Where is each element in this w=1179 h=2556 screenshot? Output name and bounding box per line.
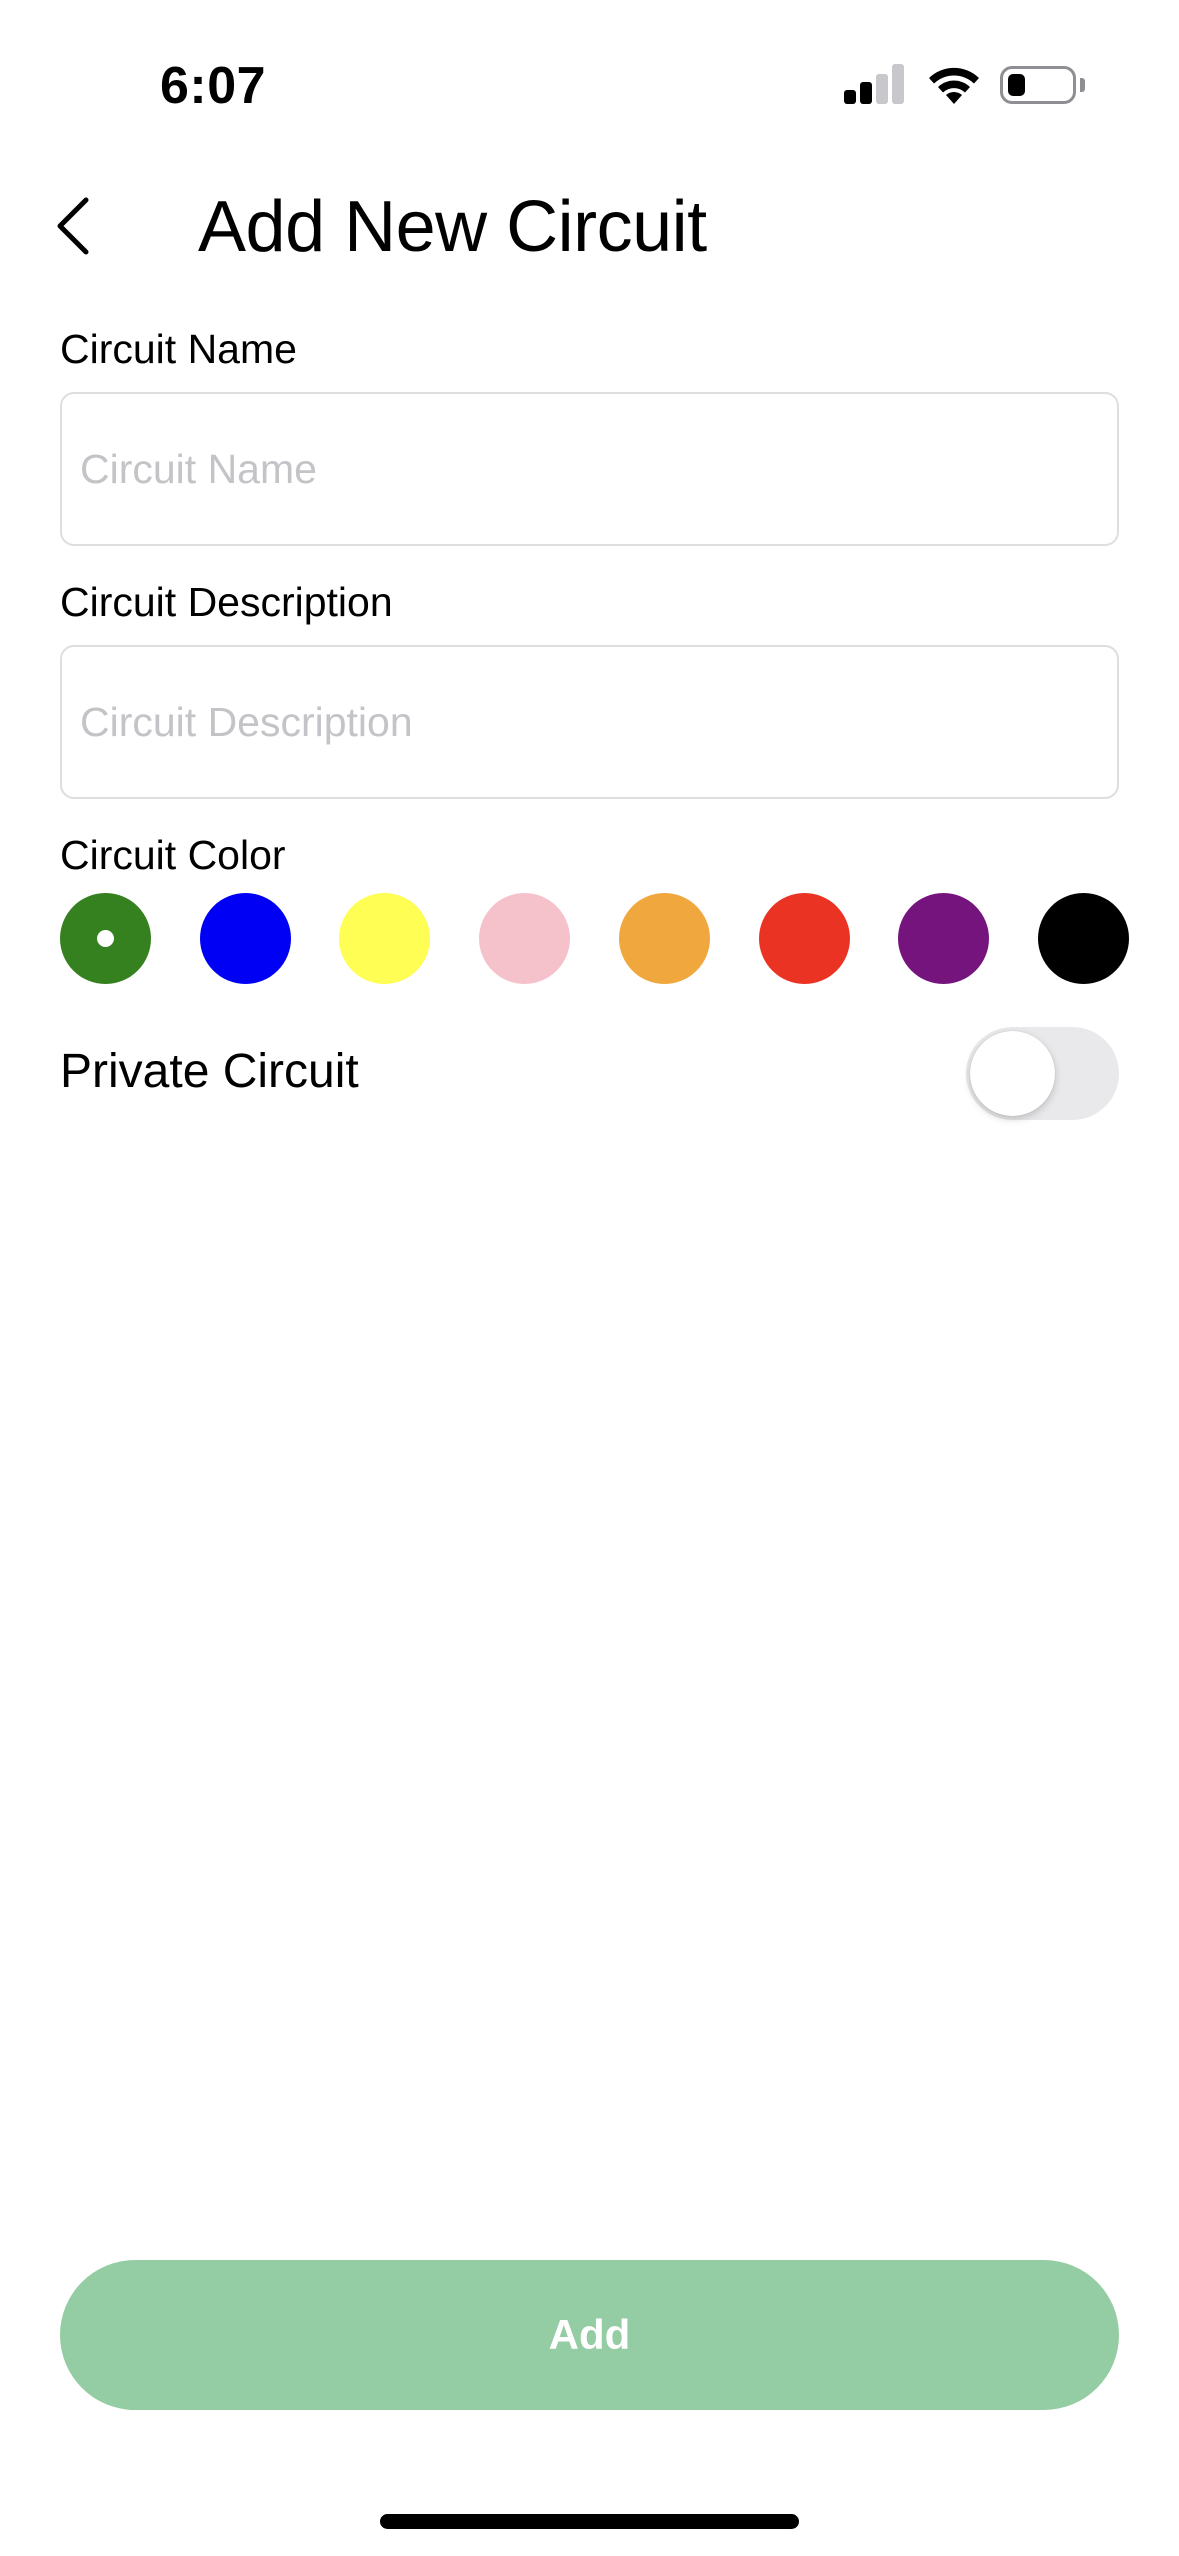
battery-icon [1000,66,1076,104]
circuit-name-input[interactable] [60,392,1119,546]
chevron-left-icon [57,197,89,255]
status-time: 6:07 [160,57,267,115]
color-swatch-red[interactable] [758,893,850,984]
circuit-color-label: Circuit Color [60,832,286,878]
color-swatch-orange[interactable] [618,893,710,984]
private-circuit-label: Private Circuit [60,1045,359,1098]
circuit-description-input[interactable] [60,645,1119,799]
circuit-description-label: Circuit Description [60,579,393,625]
color-swatch-blue[interactable] [199,893,291,984]
color-swatch-pink[interactable] [479,893,571,984]
color-swatch-black[interactable] [1037,893,1129,984]
battery-cap [1080,78,1085,92]
selected-indicator [97,930,114,947]
toggle-knob [970,1031,1055,1116]
battery-level-fill [1008,74,1025,96]
add-circuit-screen: 6:07 Add New Circuit Circuit Name Circui… [0,0,1179,2556]
color-swatch-yellow[interactable] [339,893,431,984]
private-circuit-toggle[interactable] [966,1027,1119,1120]
back-button[interactable] [52,186,124,266]
color-swatch-green[interactable] [60,893,151,984]
page-title: Add New Circuit [198,187,707,267]
cellular-signal-icon [844,62,906,108]
wifi-icon [929,67,979,104]
home-indicator [380,2514,799,2529]
circuit-name-label: Circuit Name [60,326,297,372]
color-swatch-purple[interactable] [898,893,990,984]
add-button[interactable]: Add [60,2260,1119,2410]
